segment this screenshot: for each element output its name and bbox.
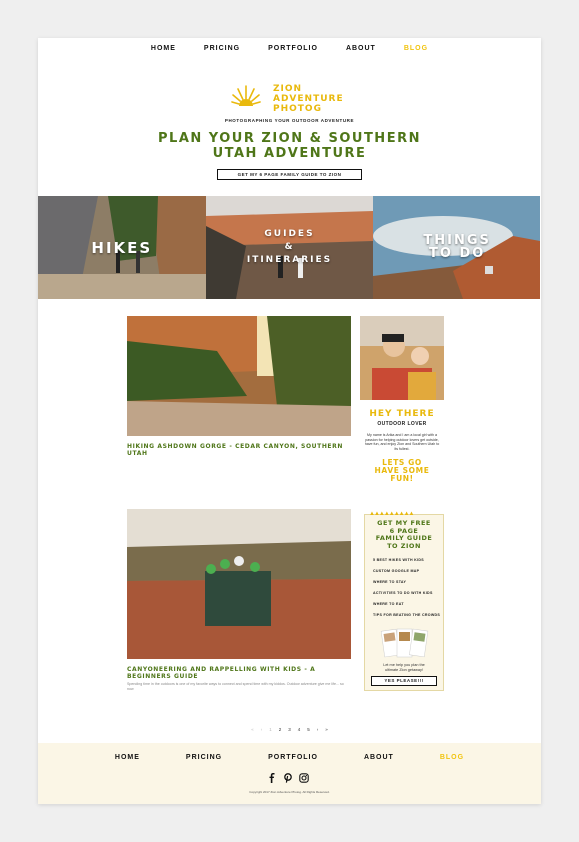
instagram-icon[interactable] (299, 770, 309, 783)
pagination: « ‹ 1 2 3 4 5 › » (38, 727, 541, 732)
sidebar-bio: My name is Arika and I am a local girl w… (364, 433, 440, 451)
tile-hikes[interactable]: HIKES (38, 196, 206, 299)
guide-list-item: ACTIVITIES TO DO WITH KIDS (373, 591, 433, 595)
page: HOME PRICING PORTFOLIO ABOUT BLOG ZION A… (38, 38, 541, 804)
footer-nav-portfolio[interactable]: PORTFOLIO (268, 754, 318, 761)
copyright-text: Copyright 2017 Zion Adventure Photog. Al… (249, 790, 330, 794)
tile-things-to-do[interactable]: THINGS TO DO (373, 196, 541, 299)
page-link[interactable]: 4 (298, 727, 301, 732)
nav-about[interactable]: ABOUT (346, 45, 376, 52)
author-photo (360, 316, 444, 400)
tile-hikes-label: HIKES (91, 239, 153, 257)
sidebar-lets-go: LETS GO HAVE SOME FUN! (374, 458, 430, 483)
guide-list-item: 5 BEST HIKES WITH KIDS (373, 558, 424, 562)
sidebar-subtitle: OUTDOOR LOVER (377, 421, 427, 427)
post-title[interactable]: HIKING ASHDOWN GORGE - CEDAR CANYON, SOU… (127, 443, 351, 457)
canyoneering-photo (127, 509, 351, 659)
last-page-link[interactable]: » (325, 727, 328, 732)
logo-text: ZION ADVENTURE PHOTOG (273, 84, 344, 114)
page-link[interactable]: 3 (288, 727, 291, 732)
guide-list-item: WHERE TO EAT (373, 602, 404, 606)
site-footer: HOME PRICING PORTFOLIO ABOUT BLOG Copyri… (38, 743, 541, 804)
tile-things-label: THINGS TO DO (423, 233, 491, 261)
social-links (267, 770, 309, 783)
footer-nav-pricing[interactable]: PRICING (186, 754, 222, 761)
prev-page-link[interactable]: ‹ (261, 727, 263, 732)
next-page-link[interactable]: › (317, 727, 319, 732)
post-title[interactable]: CANYONEERING AND RAPPELLING WITH KIDS - … (127, 666, 351, 680)
nav-blog[interactable]: BLOG (404, 45, 428, 52)
guide-pages-image (380, 628, 429, 658)
page-headline: PLAN YOUR ZION & SOUTHERN UTAH ADVENTURE (158, 131, 421, 161)
first-page-link[interactable]: « (251, 727, 254, 732)
top-nav: HOME PRICING PORTFOLIO ABOUT BLOG (38, 45, 541, 52)
guide-list-item: TIPS FOR BEATING THE CROWDS (373, 613, 441, 617)
guide-title: GET MY FREE 6 PAGE FAMILY GUIDE TO ZION (375, 519, 433, 550)
guide-help-text: Let me help you plan the ultimate Zion g… (383, 663, 425, 672)
post-excerpt: Spending time in the outdoors is one of … (127, 682, 344, 691)
ashdown-gorge-photo (127, 316, 351, 436)
category-strip: HIKES GUIDES & ITINERARIES THINGS TO DO (38, 196, 541, 299)
footer-nav: HOME PRICING PORTFOLIO ABOUT BLOG (38, 754, 541, 761)
facebook-icon[interactable] (267, 770, 277, 783)
get-guide-button[interactable]: GET MY 6 PAGE FAMILY GUIDE TO ZION (217, 169, 362, 180)
free-guide-box: ▲▲▲▲▲▲▲▲▲ GET MY FREE 6 PAGE FAMILY GUID… (364, 511, 444, 691)
blog-post-card[interactable]: HIKING ASHDOWN GORGE - CEDAR CANYON, SOU… (127, 316, 351, 457)
guide-list-item: CUSTOM GOOGLE MAP (373, 569, 420, 573)
nav-home[interactable]: HOME (151, 45, 176, 52)
pinterest-icon[interactable] (283, 770, 293, 783)
footer-nav-home[interactable]: HOME (115, 754, 140, 761)
page-link[interactable]: 5 (307, 727, 310, 732)
footer-nav-about[interactable]: ABOUT (364, 754, 394, 761)
tile-guides-label: GUIDES & ITINERARIES (246, 229, 333, 265)
footer-nav-blog[interactable]: BLOG (440, 754, 464, 761)
zigzag-decoration: ▲▲▲▲▲▲▲▲▲ (369, 511, 414, 517)
guide-list-item: WHERE TO STAY (373, 580, 407, 584)
guide-list: 5 BEST HIKES WITH KIDS CUSTOM GOOGLE MAP… (373, 558, 443, 617)
nav-portfolio[interactable]: PORTFOLIO (268, 45, 318, 52)
page-link[interactable]: 1 (269, 727, 272, 732)
yes-please-button[interactable]: YES PLEASE!!! (371, 676, 437, 686)
site-logo[interactable]: ZION ADVENTURE PHOTOG (231, 80, 361, 118)
sun-icon (231, 85, 261, 110)
blog-post-card[interactable]: CANYONEERING AND RAPPELLING WITH KIDS - … (127, 509, 351, 691)
page-link[interactable]: 2 (279, 727, 282, 732)
about-sidebar: HEY THERE OUTDOOR LOVER My name is Arika… (360, 316, 444, 483)
tile-guides[interactable]: GUIDES & ITINERARIES (205, 196, 374, 299)
sidebar-greeting: HEY THERE (369, 409, 435, 419)
nav-pricing[interactable]: PRICING (204, 45, 240, 52)
tagline: PHOTOGRAPHING YOUR OUTDOOR ADVENTURE (224, 118, 355, 123)
